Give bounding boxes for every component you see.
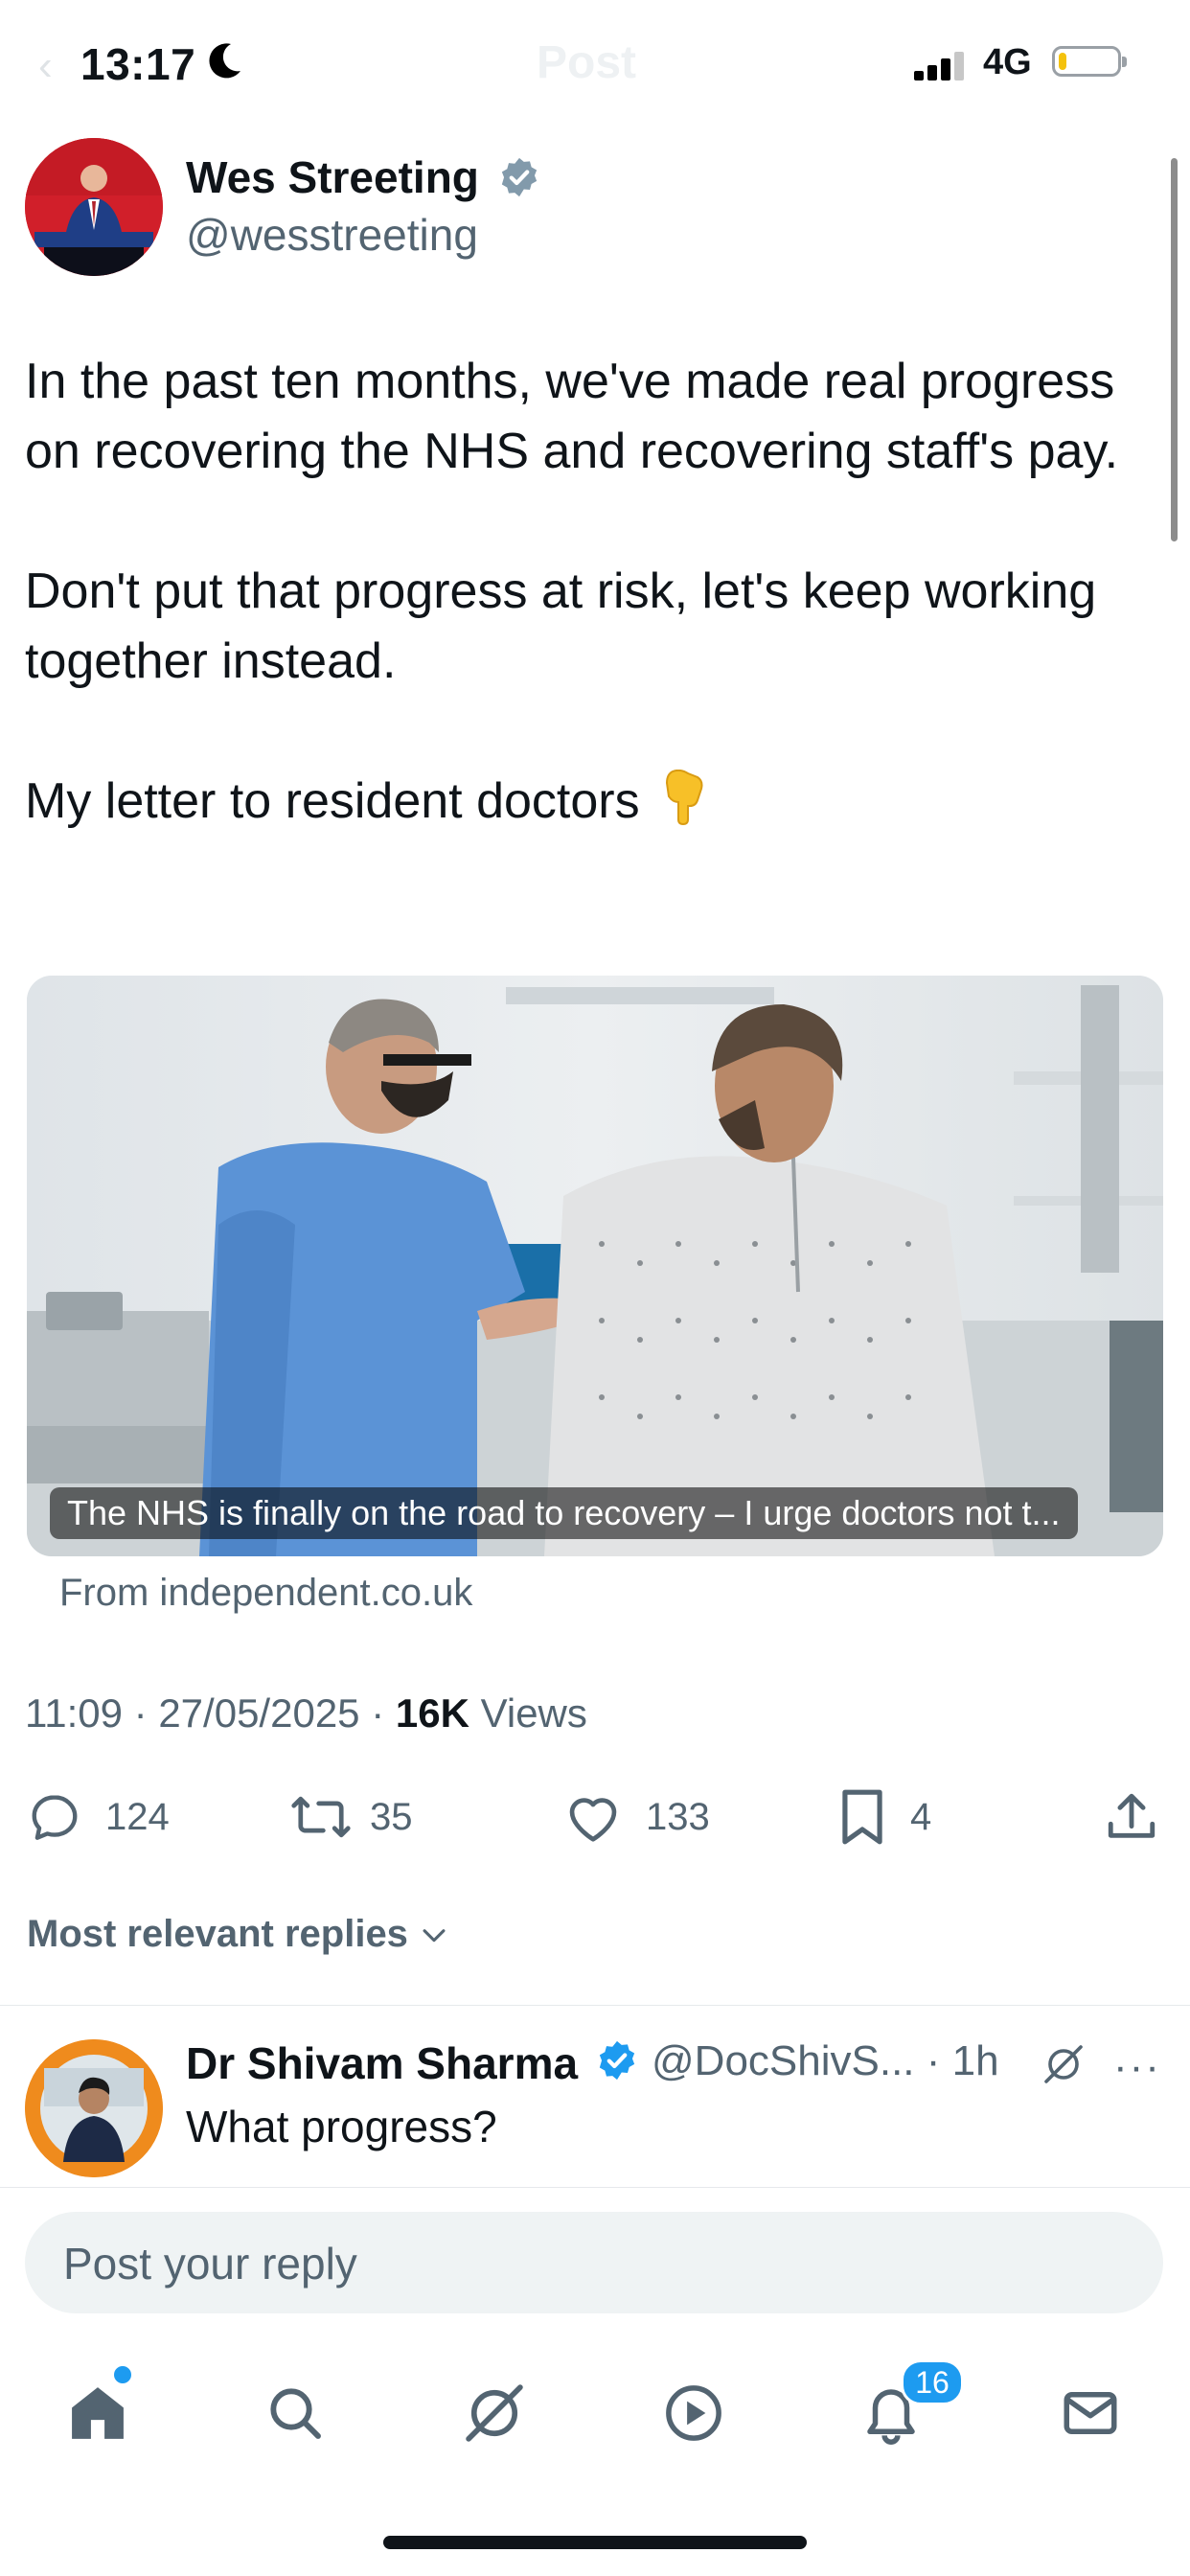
nav-messages[interactable]: [1052, 2375, 1129, 2451]
author-handle[interactable]: @wesstreeting: [186, 209, 478, 261]
reply-icon: [32, 1795, 78, 1840]
nav-grok[interactable]: [456, 2375, 533, 2451]
tweet-time: 11:09: [25, 1690, 123, 1736]
author-name[interactable]: Wes Streeting: [186, 151, 479, 203]
verified-icon[interactable]: [498, 156, 540, 203]
tweet-paragraph: Don't put that progress at risk, let's k…: [25, 564, 1097, 689]
share-button[interactable]: [1104, 1788, 1159, 1846]
home-unread-dot: [111, 2363, 134, 2386]
nav-video[interactable]: [655, 2375, 732, 2451]
reply-author-name[interactable]: Dr Shivam Sharma: [186, 2037, 578, 2089]
card-source[interactable]: From independent.co.uk: [59, 1572, 472, 1615]
grok-icon[interactable]: [1041, 2041, 1087, 2092]
repost-count: 35: [370, 1795, 413, 1838]
search-icon: [270, 2388, 321, 2439]
tweet-date: 27/05/2025: [158, 1690, 360, 1736]
bookmark-count: 4: [910, 1795, 932, 1838]
divider: [0, 2005, 1190, 2006]
battery-icon: [1052, 46, 1127, 77]
nav-search[interactable]: [257, 2375, 333, 2451]
like-count: 133: [646, 1795, 710, 1838]
moon-icon: [206, 40, 244, 87]
like-button[interactable]: 133: [563, 1788, 710, 1846]
reply-handle-time[interactable]: @DocShivS... · 1h: [652, 2037, 999, 2085]
signal-icon: [914, 52, 968, 85]
views-count[interactable]: 16K: [396, 1690, 469, 1736]
divider: [0, 2187, 1190, 2188]
grok-icon: [466, 2384, 523, 2442]
back-arrow-icon[interactable]: ‹: [38, 42, 53, 90]
verified-icon[interactable]: [596, 2039, 638, 2086]
video-icon: [666, 2385, 721, 2441]
header-title: Post: [537, 37, 637, 88]
network-type: 4G: [983, 42, 1032, 82]
like-icon: [569, 1798, 617, 1842]
card-photo: [27, 976, 1163, 1556]
nav-home[interactable]: [59, 2375, 136, 2451]
card-caption: The NHS is finally on the road to recove…: [50, 1487, 1078, 1539]
chevron-down-icon: [423, 1928, 446, 1942]
repost-icon: [291, 1796, 351, 1838]
tweet-paragraph-text: My letter to resident doctors: [25, 773, 640, 829]
author-avatar[interactable]: [25, 138, 163, 276]
home-indicator[interactable]: [383, 2536, 807, 2549]
replies-filter-label: Most relevant replies: [27, 1913, 408, 1955]
messages-icon: [1064, 2392, 1117, 2434]
tweet-meta: 11:09 · 27/05/2025 · 16K Views: [25, 1690, 587, 1736]
views-label: Views: [480, 1690, 587, 1736]
more-icon[interactable]: ···: [1113, 2043, 1161, 2091]
link-card[interactable]: The NHS is finally on the road to recove…: [27, 976, 1163, 1556]
reply-text: What progress?: [186, 2102, 497, 2151]
replies-filter[interactable]: Most relevant replies: [27, 1913, 450, 1956]
status-time: 13:17: [80, 39, 196, 89]
bookmark-button[interactable]: 4: [837, 1788, 931, 1846]
tweet-paragraph: In the past ten months, we've made real …: [25, 354, 1119, 479]
reply-input[interactable]: [61, 2212, 1119, 2315]
reply-count: 124: [105, 1795, 170, 1838]
pointing-down-emoji: [659, 769, 707, 844]
repost-button[interactable]: 35: [289, 1788, 413, 1846]
tweet-text: In the past ten months, we've made real …: [25, 347, 1175, 844]
bookmark-icon: [842, 1789, 882, 1845]
home-icon: [72, 2387, 124, 2439]
reply-button[interactable]: 124: [27, 1788, 170, 1846]
share-icon: [1108, 1793, 1156, 1838]
tweet-paragraph: My letter to resident doctors: [25, 767, 1175, 844]
reply-composer[interactable]: [25, 2212, 1163, 2315]
reply-avatar[interactable]: [25, 2039, 163, 2177]
notifications-badge: 16: [901, 2359, 964, 2405]
